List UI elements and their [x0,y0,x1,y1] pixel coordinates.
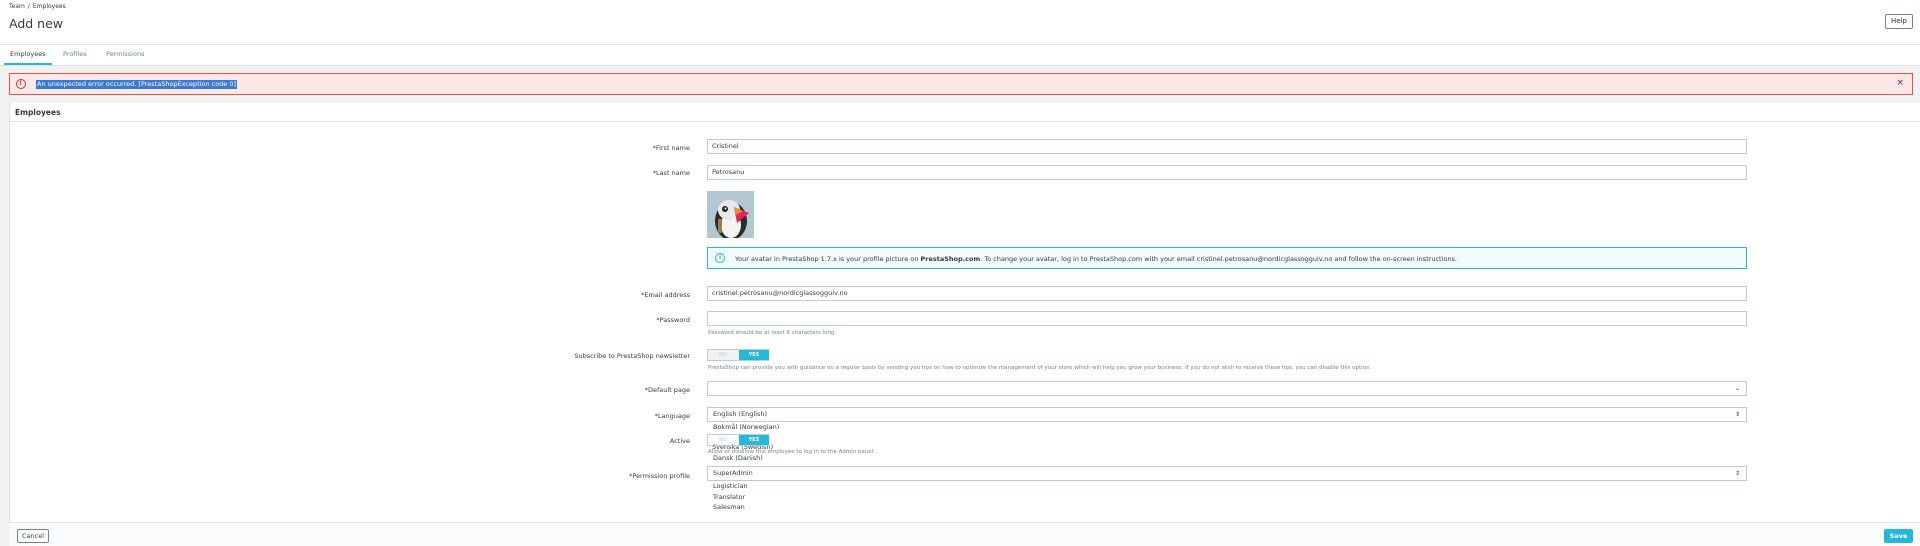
prestashop-link[interactable]: PrestaShop.com [920,255,980,263]
password-help: Password should be at least 8 characters… [708,330,837,336]
profile-option-translator[interactable]: Translator [713,493,745,501]
tabs-bar: Employees Profiles Permissions [0,44,1920,66]
tab-permissions[interactable]: Permissions [106,45,144,65]
permission-profile-value: SuperAdmin [713,469,753,477]
newsletter-switch[interactable]: NO YES [707,349,769,361]
newsletter-help: PrestaShop can provide you with guidance… [708,365,1372,371]
permission-profile-select[interactable]: SuperAdmin ⇕ [707,466,1747,481]
profile-option-salesman[interactable]: Salesman [713,503,745,511]
email-field[interactable]: cristinel.petrosanu@nordicglassogguiv.no [707,286,1747,301]
updown-icon: ⇕ [1734,411,1740,418]
panel-title: Employees [10,103,1920,122]
profile-option-logistician[interactable]: Logistician [713,482,748,490]
breadcrumb-team[interactable]: Team [9,3,25,10]
avatar [707,191,754,238]
language-select[interactable]: English (English) ⇕ [707,407,1747,422]
newsletter-yes[interactable]: YES [739,350,769,360]
language-option-bokmal[interactable]: Bokmål (Norwegian) [713,423,779,431]
alert-message: An unexpected error occurred. [PrestaSho… [36,80,238,89]
close-icon[interactable]: × [1896,78,1904,88]
page-header: Team / Employees Add new Help [0,0,1920,44]
first-name-label: *First name [652,144,690,152]
avatar-info-text: Your avatar in PrestaShop 1.7.x is your … [735,255,1457,263]
cancel-button[interactable]: Cancel [17,529,49,543]
alert-icon-box: ! [10,74,31,94]
language-option-dansk[interactable]: Dansk (Danish) [713,454,763,462]
updown-icon: ⇕ [1734,470,1740,477]
email-label: *Email address [641,291,690,299]
avatar-info-alert: i Your avatar in PrestaShop 1.7.x is you… [707,247,1747,269]
password-field[interactable] [707,311,1747,326]
language-label: *Language [654,412,690,420]
page-title: Add new [9,16,64,31]
breadcrumb-separator: / [27,3,30,10]
active-switch[interactable]: NO YES [707,434,769,446]
breadcrumb: Team / Employees [9,3,66,10]
active-label: Active [669,437,690,445]
last-name-label: *Last name [652,169,690,177]
tab-employees[interactable]: Employees [4,45,52,65]
last-name-input[interactable]: Petrosanu [707,165,1747,180]
help-button[interactable]: Help [1885,14,1913,29]
form-footer: Cancel Save [9,522,1920,546]
chevron-down-icon: ⌄ [1734,385,1740,392]
error-alert: ! An unexpected error occurred. [PrestaS… [9,73,1913,95]
default-page-label: *Default page [644,386,690,394]
language-value: English (English) [713,410,768,418]
first-name-input[interactable]: Cristinel [707,139,1747,154]
newsletter-no[interactable]: NO [708,350,738,360]
save-button[interactable]: Save [1884,529,1913,543]
newsletter-label: Subscribe to PrestaShop newsletter [574,352,690,360]
permission-profile-label: *Permission profile [629,472,690,480]
active-no[interactable]: NO [708,435,738,445]
error-icon: ! [15,79,26,89]
puffin-avatar-icon [707,191,754,238]
password-label: *Password [656,316,690,324]
active-help: Allow or disallow this employee to log i… [708,449,875,455]
default-page-select[interactable]: ⌄ [707,381,1747,396]
tab-profiles[interactable]: Profiles [63,45,87,65]
breadcrumb-employees[interactable]: Employees [33,3,66,10]
active-yes[interactable]: YES [739,435,769,445]
info-icon: i [715,253,725,263]
